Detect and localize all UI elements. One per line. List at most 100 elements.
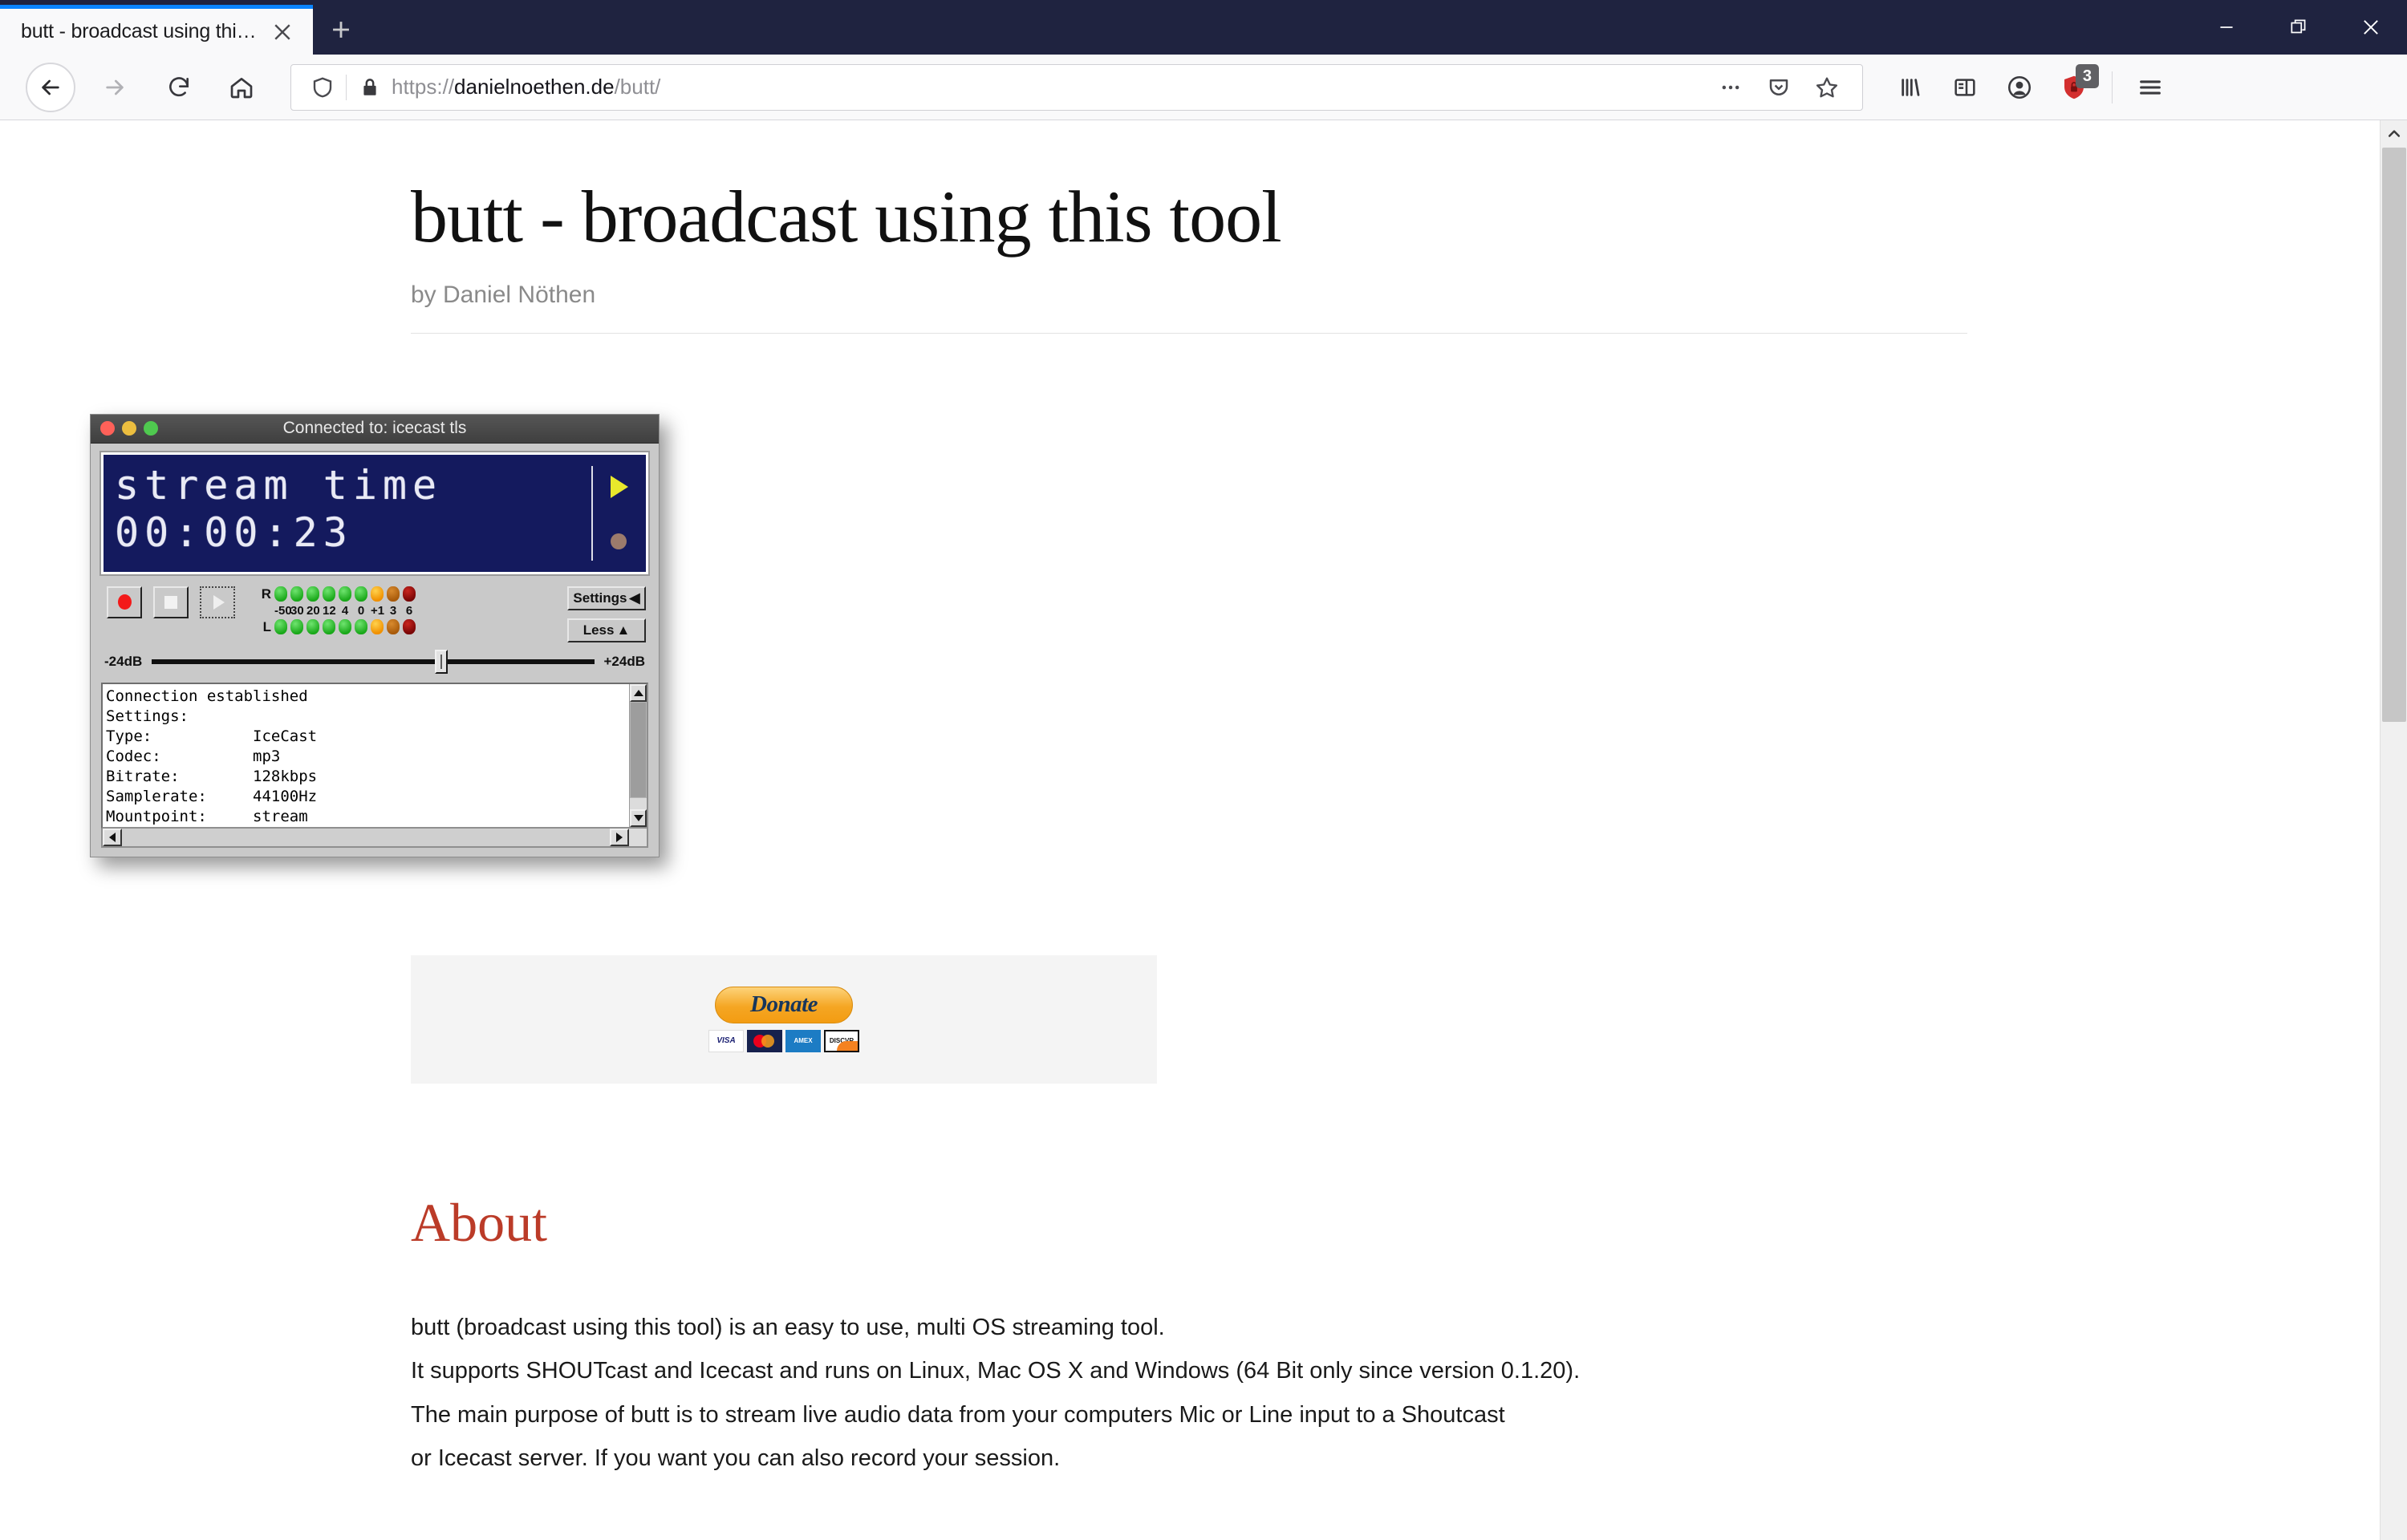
settings-label: Settings (573, 590, 627, 606)
hscroll-track[interactable] (122, 829, 610, 846)
vu-tick: 20 (306, 604, 319, 618)
app-screenshot: Connected to: icecast tls stream time 00… (90, 414, 2407, 857)
led (290, 586, 303, 602)
sidebar-icon[interactable] (1938, 63, 1991, 112)
scroll-up-icon[interactable] (630, 684, 647, 702)
gain-slider[interactable] (152, 659, 594, 664)
record-button[interactable] (107, 586, 142, 618)
tab-title: butt - broadcast using this tool (21, 20, 263, 43)
vu-label-right: R (258, 586, 271, 602)
ellipsis-icon[interactable] (1708, 65, 1753, 110)
about-paragraph: butt (broadcast using this tool) is an e… (411, 1306, 2407, 1350)
library-icon[interactable] (1884, 63, 1937, 112)
donate-section: Donate VISA AMEX DISCVR (411, 955, 1157, 1084)
led (290, 619, 303, 634)
forward-button[interactable] (90, 63, 140, 112)
led (403, 586, 416, 602)
window-controls (2190, 0, 2407, 55)
lcd-line-1: stream time (115, 462, 635, 509)
less-button[interactable]: Less ▲ (567, 618, 646, 642)
scroll-thumb[interactable] (630, 702, 647, 798)
stop-square-glyph (164, 596, 177, 609)
new-tab-button[interactable] (313, 5, 369, 55)
reload-button[interactable] (154, 63, 204, 112)
minimize-button[interactable] (2190, 0, 2263, 55)
url-text[interactable]: https://danielnoethen.de/butt/ (392, 75, 1708, 99)
log-horizontal-scrollbar[interactable] (101, 829, 648, 848)
discover-card-icon: DISCVR (824, 1030, 859, 1052)
scroll-down-icon[interactable] (630, 809, 647, 827)
browser-tab[interactable]: butt - broadcast using this tool (0, 5, 313, 55)
vu-tick: 12 (323, 604, 335, 618)
app-window-title: Connected to: icecast tls (91, 419, 659, 438)
led (274, 586, 287, 602)
settings-button[interactable]: Settings ◀ (567, 586, 646, 610)
mastercard-icon (747, 1030, 782, 1052)
gain-min-label: -24dB (104, 654, 142, 670)
led (355, 586, 367, 602)
scroll-up-chevron-icon[interactable] (2381, 120, 2407, 148)
vu-tick: 30 (290, 604, 303, 618)
tab-close-icon[interactable] (263, 13, 302, 51)
vu-scale: -50 30 20 12 4 0 +1 3 6 (258, 604, 416, 618)
pocket-icon[interactable] (1756, 65, 1801, 110)
navigation-toolbar: https://danielnoethen.de/butt/ (0, 55, 2407, 120)
maximize-restore-button[interactable] (2263, 0, 2335, 55)
log-vertical-scrollbar[interactable] (629, 684, 647, 827)
stop-button[interactable] (153, 586, 189, 618)
about-paragraph: The main purpose of butt is to stream li… (411, 1393, 2407, 1437)
led (403, 619, 416, 634)
page-scrollbar-thumb[interactable] (2382, 148, 2406, 722)
log-panel: Connection established Settings: Type: I… (101, 683, 648, 829)
led (387, 619, 400, 634)
led (306, 619, 319, 634)
amex-card-icon: AMEX (785, 1030, 821, 1052)
led (323, 619, 335, 634)
vu-tick: 0 (355, 604, 367, 618)
vu-tick: 4 (339, 604, 351, 618)
url-actions (1708, 65, 1849, 110)
tracking-protection-shield-icon[interactable] (304, 75, 346, 99)
page-header-block: butt - broadcast using this tool by Dani… (411, 178, 1967, 334)
about-paragraph: or Icecast server. If you want you can a… (411, 1437, 2407, 1481)
star-icon[interactable] (1804, 65, 1849, 110)
account-avatar-icon[interactable] (1993, 63, 2046, 112)
play-triangle-glyph (213, 595, 225, 610)
scroll-right-icon[interactable] (610, 829, 629, 846)
donate-button[interactable]: Donate (715, 987, 853, 1023)
home-button[interactable] (217, 63, 266, 112)
led (306, 586, 319, 602)
hamburger-menu-icon[interactable] (2124, 63, 2177, 112)
gain-slider-thumb[interactable] (435, 650, 448, 674)
scroll-corner (629, 829, 647, 846)
protection-shield-icon[interactable]: 3 (2048, 63, 2101, 112)
header-divider (411, 333, 1967, 334)
play-button[interactable] (200, 586, 235, 618)
less-label: Less (583, 622, 615, 638)
app-titlebar: Connected to: icecast tls (91, 415, 659, 444)
record-dot-icon (611, 533, 627, 549)
about-paragraph: It supports SHOUTcast and Icecast and ru… (411, 1349, 2407, 1393)
vu-row-right: R (258, 586, 416, 602)
about-body: butt (broadcast using this tool) is an e… (411, 1306, 2407, 1481)
vu-tick: 6 (403, 604, 416, 618)
transport-controls-row: R (101, 586, 648, 642)
toolbar-divider (2112, 71, 2113, 103)
visa-card-icon: VISA (708, 1030, 744, 1052)
protection-badge: 3 (2076, 64, 2099, 88)
close-window-button[interactable] (2335, 0, 2407, 55)
padlock-icon[interactable] (347, 77, 392, 98)
vu-label-left: L (258, 619, 271, 635)
browser-window: butt - broadcast using this tool (0, 0, 2407, 1540)
scroll-track-gap[interactable] (630, 798, 647, 809)
scroll-left-icon[interactable] (103, 829, 122, 846)
toolbar-right-icons: 3 (1884, 63, 2177, 112)
lcd-line-2: 00:00:23 (115, 509, 635, 557)
page-scrollbar[interactable] (2380, 120, 2407, 1540)
url-bar[interactable]: https://danielnoethen.de/butt/ (290, 64, 1863, 111)
vu-tick: 3 (387, 604, 400, 618)
accepted-cards: VISA AMEX DISCVR (708, 1030, 859, 1052)
vu-meters: R (258, 586, 416, 635)
back-button[interactable] (26, 63, 75, 112)
web-page: butt - broadcast using this tool by Dani… (0, 178, 2407, 1481)
